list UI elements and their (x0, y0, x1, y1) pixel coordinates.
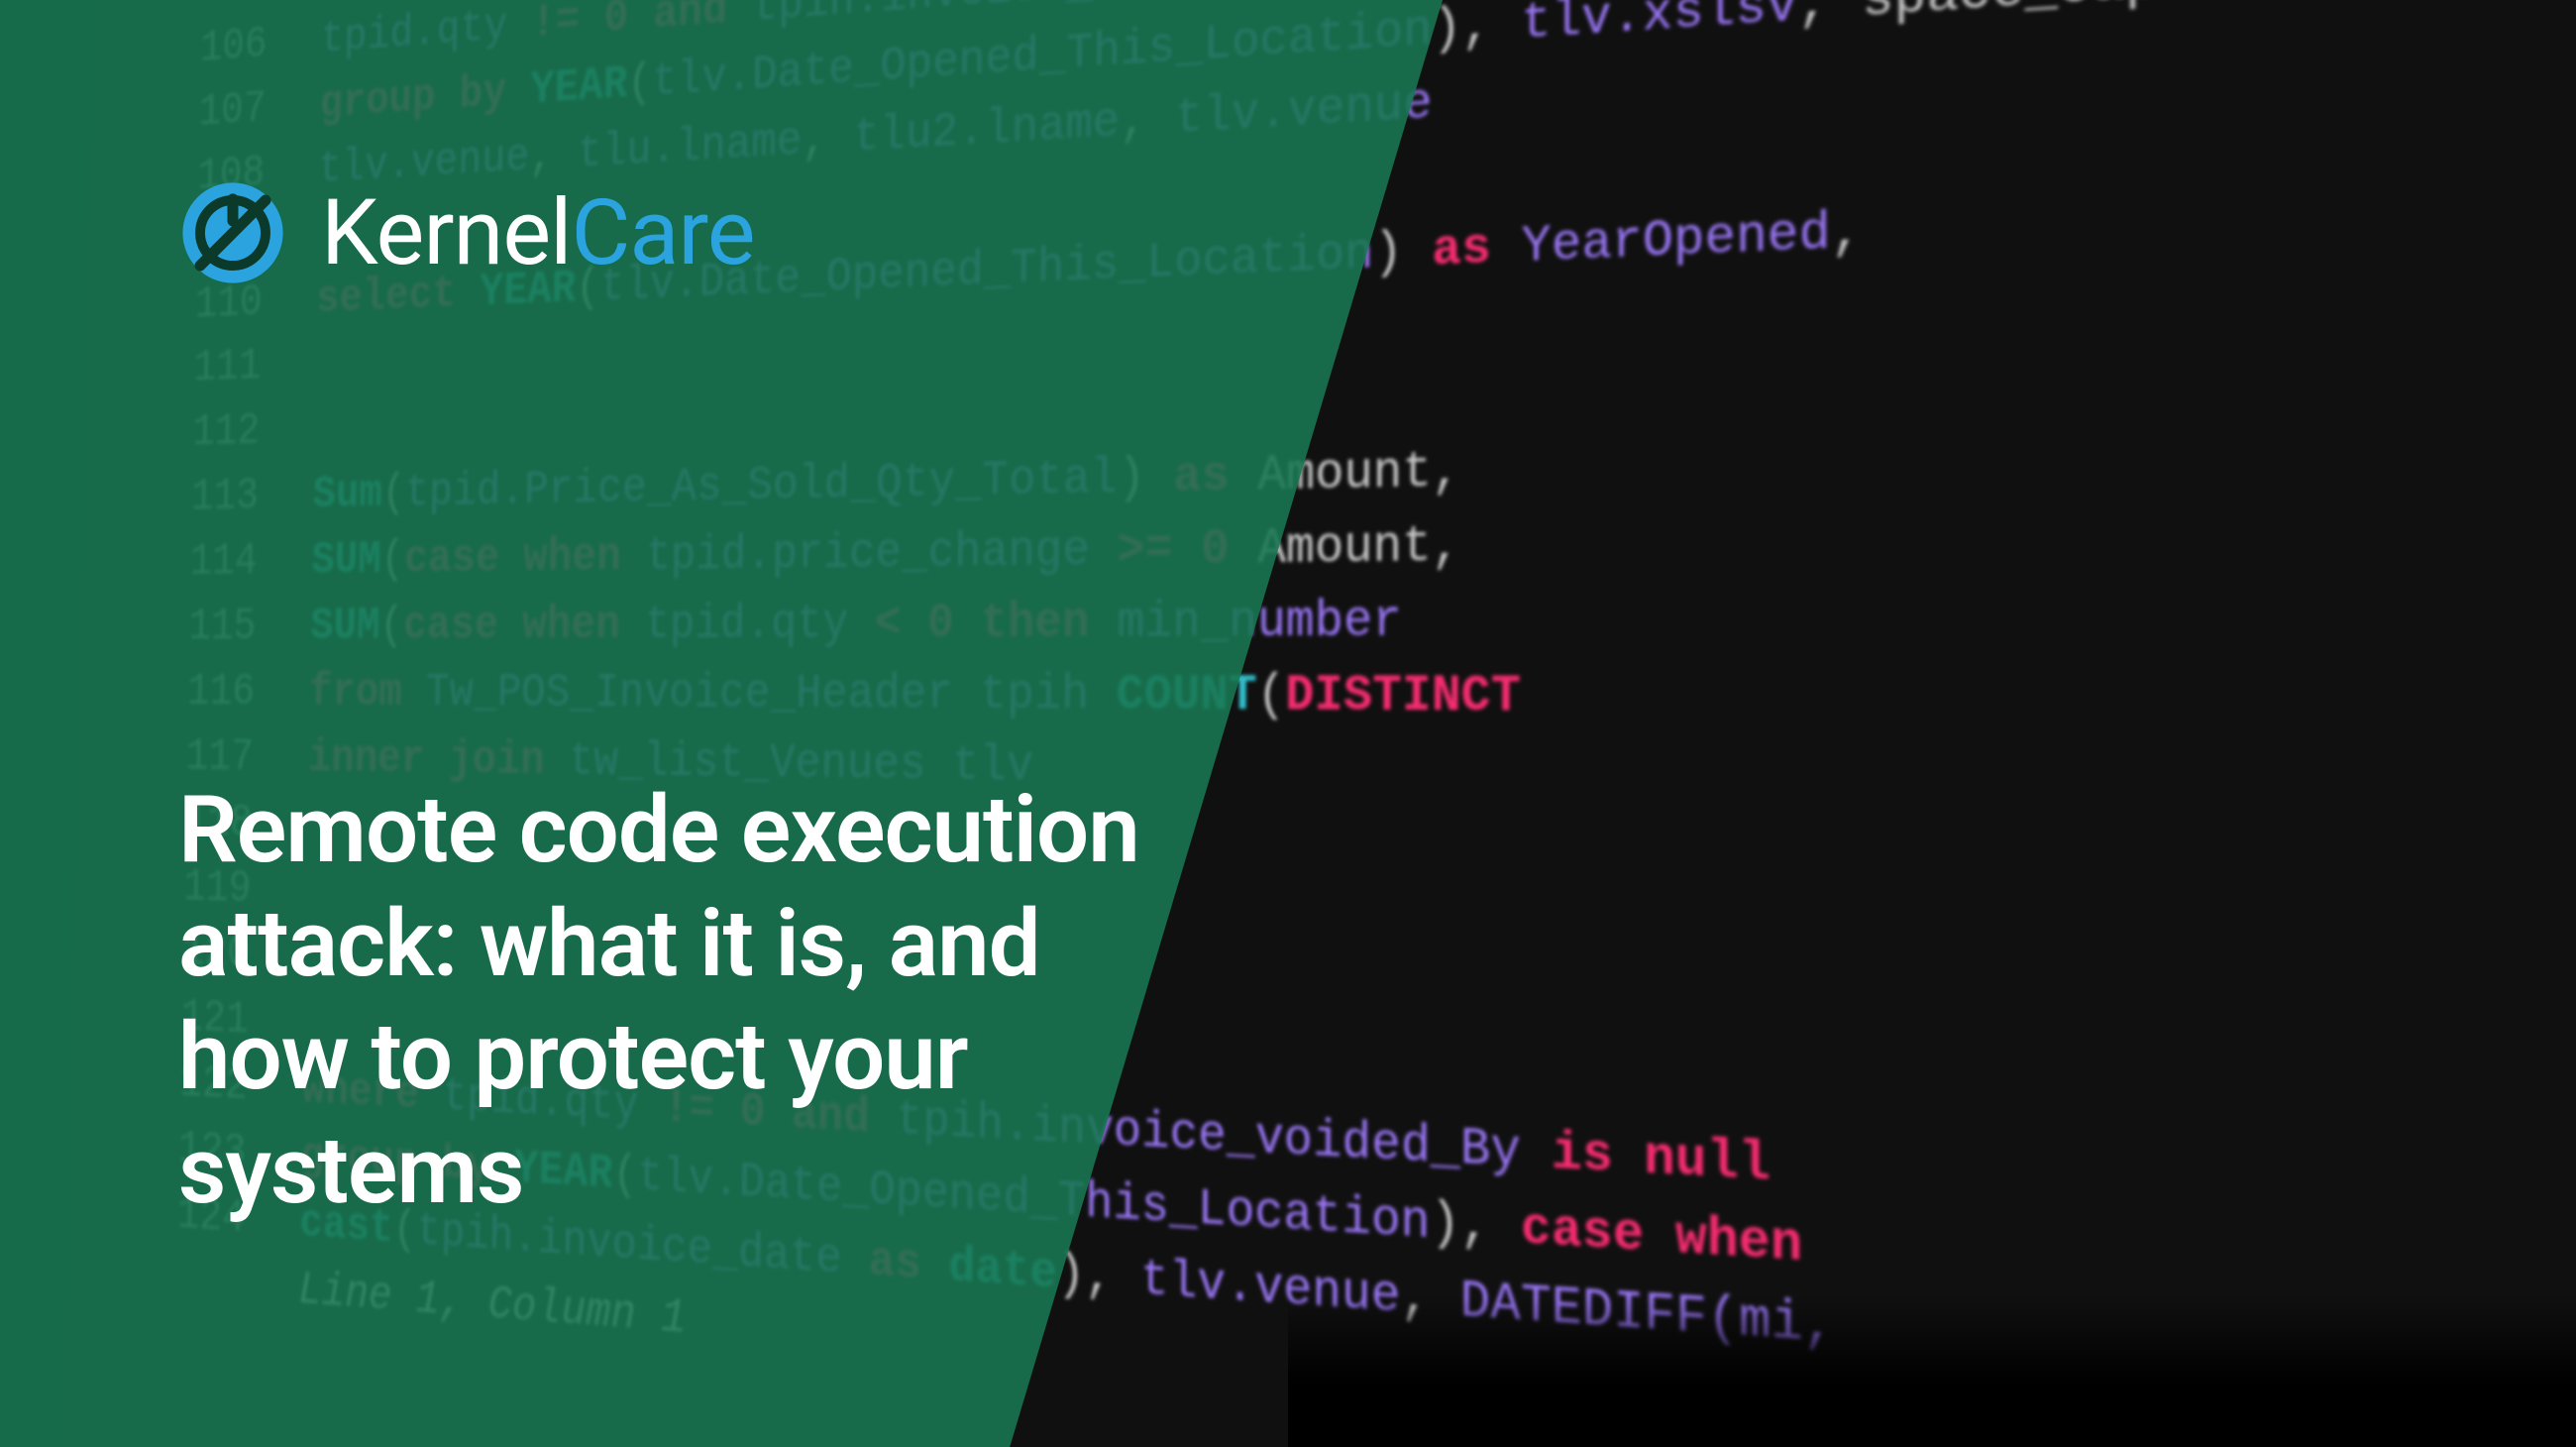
power-prohibit-icon (178, 178, 287, 287)
logo-text: KernelCare (321, 180, 755, 286)
logo-text-care: Care (571, 180, 754, 286)
logo-text-kernel: Kernel (321, 180, 571, 286)
kernelcare-logo: KernelCare (178, 178, 755, 287)
hero-banner: 106 tpid.qty != 0 and tpih.invoice_voide… (0, 0, 2576, 1447)
headline: Remote code execution attack: what it is… (178, 773, 1219, 1228)
monitor-bezel (1288, 1298, 2576, 1447)
